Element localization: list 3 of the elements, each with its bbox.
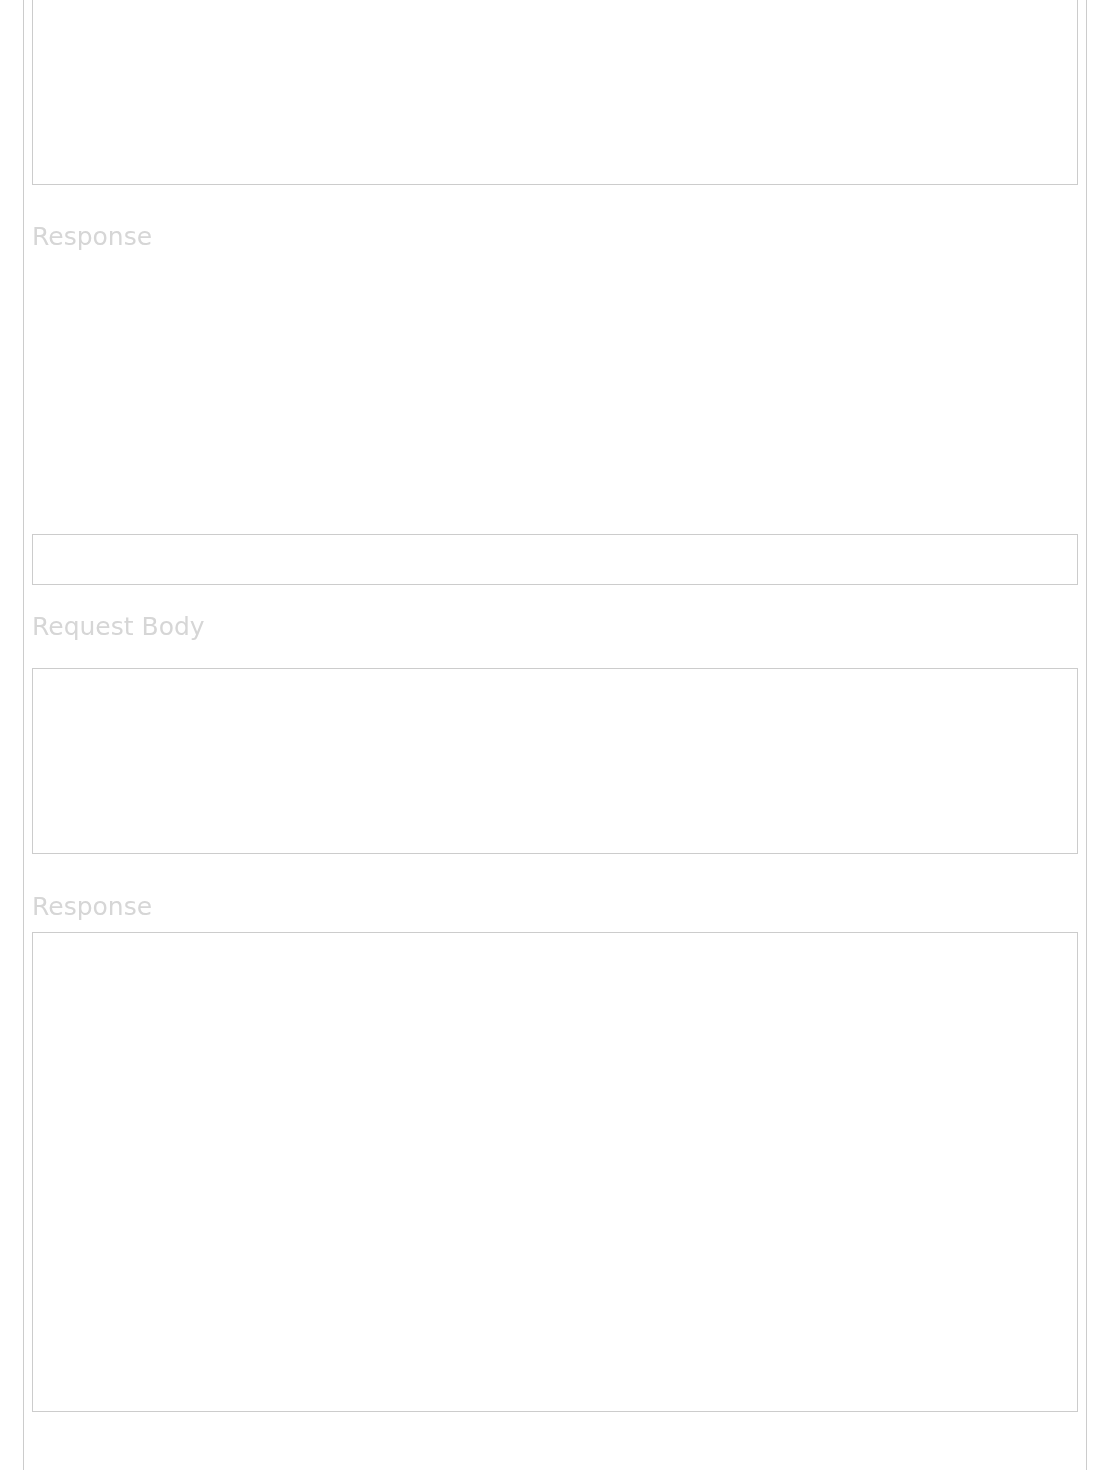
input-field[interactable] bbox=[32, 534, 1078, 585]
request-body-field[interactable] bbox=[32, 0, 1078, 185]
request-body-field[interactable] bbox=[32, 668, 1078, 854]
